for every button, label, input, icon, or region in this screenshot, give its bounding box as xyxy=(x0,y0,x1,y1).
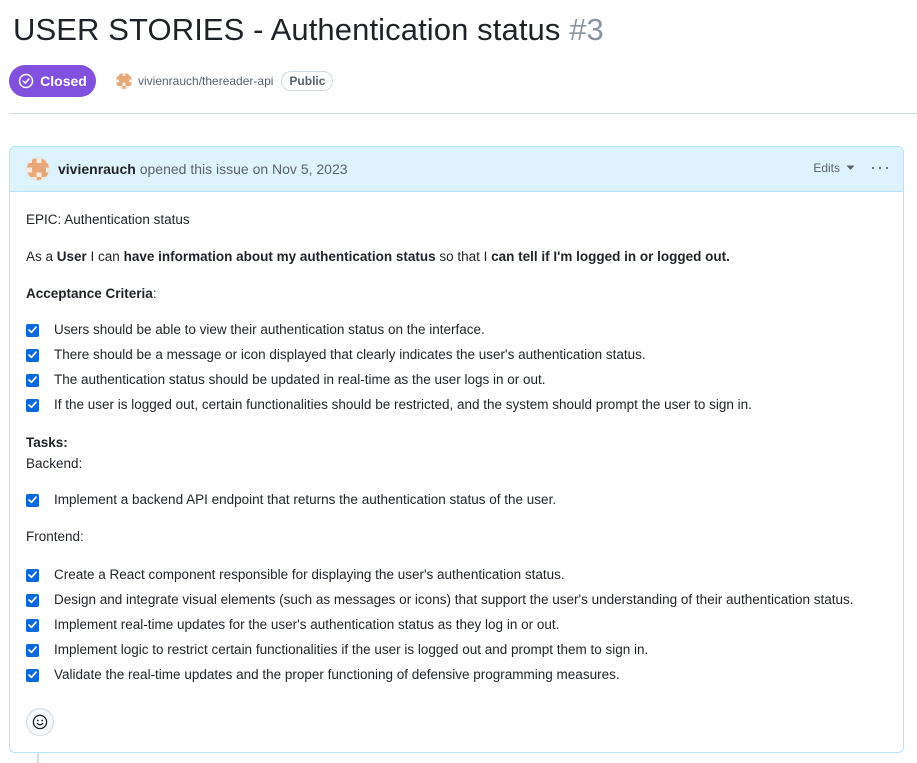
task-item: If the user is logged out, certain funct… xyxy=(26,395,752,415)
smiley-icon xyxy=(32,714,48,730)
header-divider xyxy=(9,113,917,114)
issue-title: USER STORIES - Authentication status #3 xyxy=(13,12,604,48)
task-text: Implement logic to restrict certain func… xyxy=(54,642,649,657)
task-text: Design and integrate visual elements (su… xyxy=(54,592,854,607)
task-item: Users should be able to view their authe… xyxy=(26,320,485,340)
task-text: There should be a message or icon displa… xyxy=(54,347,646,362)
story-part: I can xyxy=(86,249,124,264)
task-item: The authentication status should be upda… xyxy=(26,370,546,390)
edits-dropdown[interactable]: Edits xyxy=(813,161,855,175)
task-text: Validate the real-time updates and the p… xyxy=(54,667,620,682)
comment-header: vivienrauch opened this issue on Nov 5, … xyxy=(10,147,903,192)
task-item: There should be a message or icon displa… xyxy=(26,345,646,365)
task-item: Validate the real-time updates and the p… xyxy=(26,665,620,685)
check-icon xyxy=(28,376,37,384)
state-label: Closed xyxy=(40,73,87,89)
comment-header-text: vivienrauch opened this issue on Nov 5, … xyxy=(58,161,348,177)
frontend-heading: Frontend: xyxy=(26,529,84,544)
story-part-bold: have information about my authentication… xyxy=(123,249,436,264)
task-item: Implement real-time updates for the user… xyxy=(26,615,559,635)
checkbox-checked[interactable] xyxy=(26,398,39,412)
issue-number: #3 xyxy=(569,12,604,47)
checkbox-checked[interactable] xyxy=(26,618,39,632)
check-icon xyxy=(28,646,37,654)
acceptance-heading: Acceptance Criteria: xyxy=(26,284,157,304)
checkbox-checked[interactable] xyxy=(26,568,39,582)
story-part-bold: can tell if I'm logged in or logged out. xyxy=(491,249,730,264)
task-item: Implement a backend API endpoint that re… xyxy=(26,490,556,510)
opened-info: opened this issue on Nov 5, 2023 xyxy=(139,161,348,177)
backend-heading: Backend: xyxy=(26,456,83,471)
checkbox-checked[interactable] xyxy=(26,668,39,682)
task-item: Design and integrate visual elements (su… xyxy=(26,590,854,610)
check-icon xyxy=(28,671,37,679)
task-text: Users should be able to view their authe… xyxy=(54,322,485,337)
checkbox-checked[interactable] xyxy=(26,323,39,337)
check-circle-icon xyxy=(18,73,34,89)
author-name[interactable]: vivienrauch xyxy=(58,161,136,177)
task-text: Create a React component responsible for… xyxy=(54,567,565,582)
checkbox-checked[interactable] xyxy=(26,493,39,507)
chevron-down-icon xyxy=(846,165,855,170)
check-icon xyxy=(28,351,37,359)
issue-meta-row: Closed vivienrauch/thereader-api Public xyxy=(9,65,334,97)
checkbox-checked[interactable] xyxy=(26,593,39,607)
issue-body-comment: vivienrauch opened this issue on Nov 5, … xyxy=(9,146,904,753)
task-text: If the user is logged out, certain funct… xyxy=(54,397,752,412)
check-icon xyxy=(28,401,37,409)
state-badge-closed: Closed xyxy=(9,65,96,97)
acceptance-heading-text: Acceptance Criteria xyxy=(26,286,153,301)
task-item: Implement logic to restrict certain func… xyxy=(26,640,648,660)
visibility-badge: Public xyxy=(281,71,334,91)
repo-name[interactable]: vivienrauch/thereader-api xyxy=(138,74,273,88)
check-icon xyxy=(28,621,37,629)
tasks-heading: Tasks: xyxy=(26,435,68,450)
issue-title-text: USER STORIES - Authentication status xyxy=(13,12,561,47)
checkbox-checked[interactable] xyxy=(26,643,39,657)
repo-owner-avatar xyxy=(116,73,132,89)
check-icon xyxy=(28,326,37,334)
check-icon xyxy=(28,496,37,504)
acceptance-heading-colon: : xyxy=(152,286,157,301)
add-reaction-button[interactable] xyxy=(26,708,54,736)
repo-link[interactable]: vivienrauch/thereader-api xyxy=(116,73,273,89)
author-avatar[interactable] xyxy=(26,157,50,181)
check-icon xyxy=(28,596,37,604)
edits-label: Edits xyxy=(813,161,840,175)
story-part: so that I xyxy=(435,249,492,264)
checkbox-checked[interactable] xyxy=(26,348,39,362)
task-text: Implement real-time updates for the user… xyxy=(54,617,560,632)
user-story: As a User I can have information about m… xyxy=(26,247,730,267)
task-text: The authentication status should be upda… xyxy=(54,372,546,387)
timeline-connector xyxy=(37,753,39,763)
kebab-horizontal-icon[interactable]: ··· xyxy=(870,155,891,179)
task-text: Implement a backend API endpoint that re… xyxy=(54,492,557,507)
task-item: Create a React component responsible for… xyxy=(26,565,565,585)
check-icon xyxy=(28,571,37,579)
checkbox-checked[interactable] xyxy=(26,373,39,387)
story-part: As a xyxy=(26,249,57,264)
epic-line: EPIC: Authentication status xyxy=(26,212,190,227)
story-part-bold: User xyxy=(56,249,87,264)
